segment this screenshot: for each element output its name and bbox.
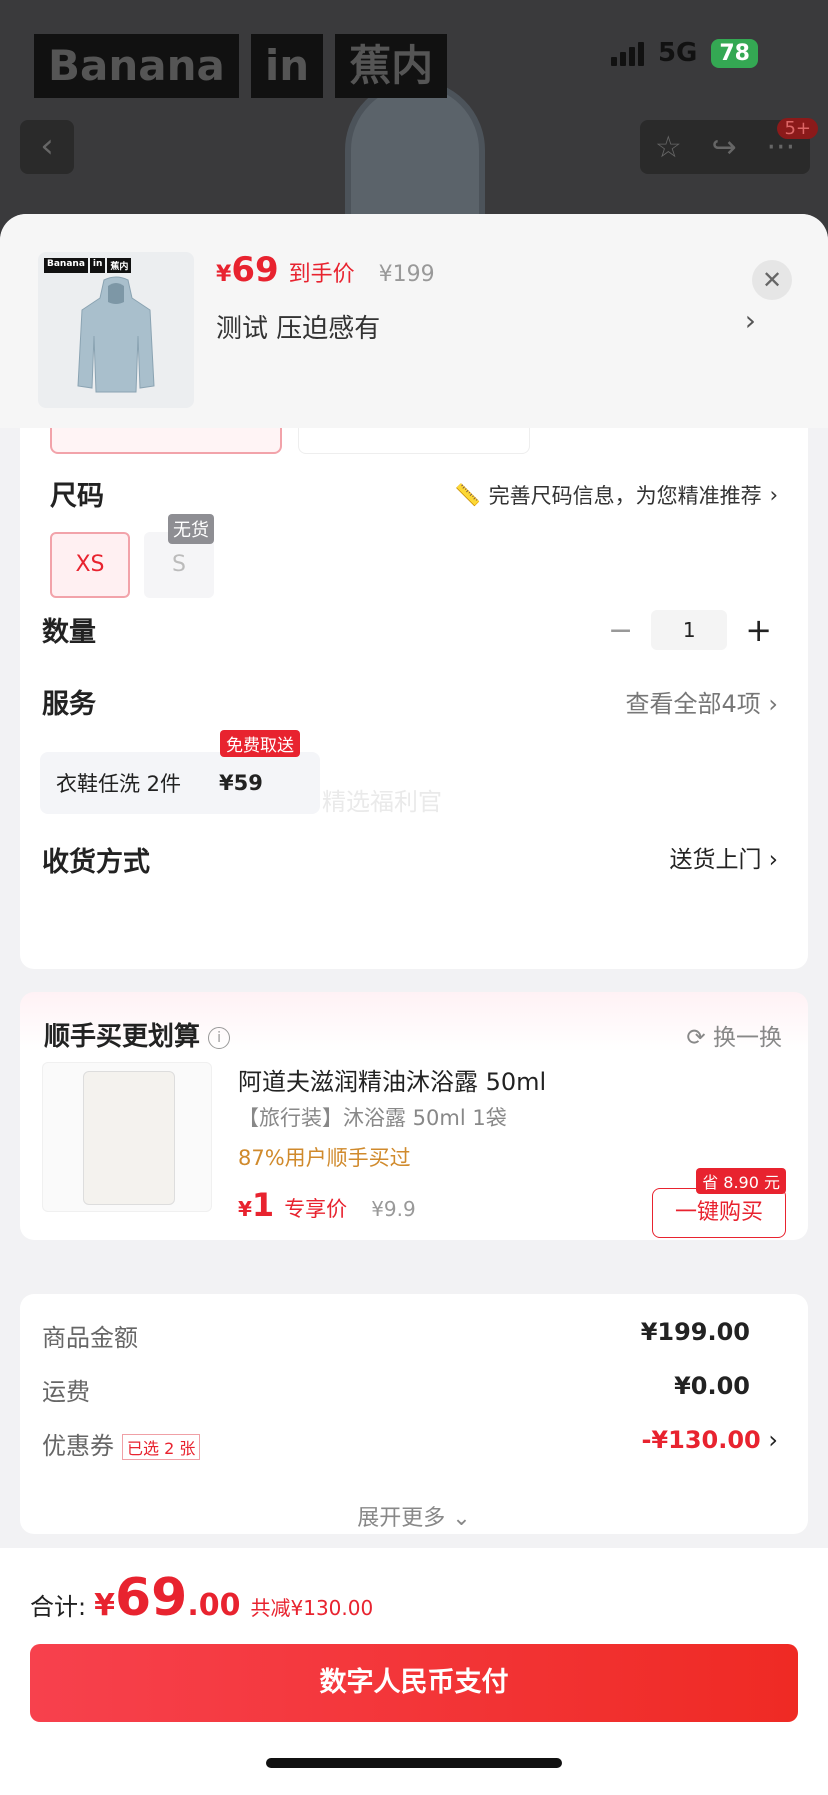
chevron-right-icon[interactable]: › bbox=[745, 304, 756, 337]
minus-button[interactable]: − bbox=[608, 613, 633, 648]
coupon-tag: 已选 2 张 bbox=[122, 1434, 201, 1460]
notification-badge: 5+ bbox=[777, 118, 818, 139]
summary-card: 商品金额 ¥199.00 运费 ¥0.00 优惠券 已选 2 张 -¥130.00… bbox=[20, 1294, 808, 1534]
options-card: 尺码 📏 完善尺码信息，为您精准推荐 › XS S 无货 数量 − 1 + 服务… bbox=[20, 384, 808, 969]
plus-button[interactable]: + bbox=[745, 611, 772, 649]
checkout-footer: 合计: ¥69.00 共减¥130.00 数字人民币支付 bbox=[0, 1548, 828, 1795]
chevron-right-icon: › bbox=[769, 483, 778, 507]
quantity-title: 数量 bbox=[42, 617, 96, 648]
final-price: ¥69 bbox=[216, 250, 279, 290]
addon-price: ¥1 bbox=[238, 1186, 275, 1224]
chevron-down-icon: ⌄ bbox=[452, 1506, 471, 1531]
watermark: 精选福利官 bbox=[322, 788, 442, 816]
back-button[interactable]: ‹ bbox=[20, 120, 74, 174]
addon-stat: 87%用户顺手买过 bbox=[238, 1146, 411, 1170]
addon-name[interactable]: 阿道夫滋润精油沐浴露 50ml bbox=[238, 1062, 546, 1097]
delivery-method[interactable]: 送货上门 › bbox=[669, 840, 778, 874]
summary-row: 商品金额 ¥199.00 bbox=[42, 1318, 750, 1352]
service-view-all[interactable]: 查看全部4项 › bbox=[625, 684, 778, 719]
quantity-input[interactable]: 1 bbox=[651, 610, 728, 650]
brand-logo: Banana in 蕉内 bbox=[34, 34, 448, 98]
signal-icon bbox=[610, 40, 644, 66]
pay-button[interactable]: 数字人民币支付 bbox=[30, 1644, 798, 1722]
addon-price-tag: 专享价 bbox=[284, 1197, 348, 1221]
out-of-stock-badge: 无货 bbox=[168, 514, 214, 544]
selected-spec[interactable]: 测试 压迫感有 bbox=[216, 308, 380, 345]
addon-price-row: ¥1 专享价 ¥9.9 bbox=[238, 1186, 416, 1224]
service-badge: 免费取送 bbox=[220, 730, 300, 757]
delivery-title: 收货方式 bbox=[42, 847, 150, 878]
save-badge: 省 8.90 元 bbox=[696, 1168, 786, 1194]
quantity-stepper: − 1 + bbox=[608, 610, 772, 650]
service-name: 衣鞋任洗 2件 bbox=[56, 772, 182, 796]
refresh-button[interactable]: ⟳ 换一换 bbox=[686, 1018, 782, 1052]
addon-card: 顺手买更划算 i ⟳ 换一换 阿道夫滋润精油沐浴露 50ml 【旅行装】沐浴露 5… bbox=[20, 992, 808, 1240]
product-header: Banana in 蕉内 ¥69 到手价 ¥199 测试 压迫感有 › ✕ bbox=[0, 214, 828, 428]
purchase-sheet: Banana in 蕉内 ¥69 到手价 ¥199 测试 压迫感有 › ✕ 尺码… bbox=[0, 214, 828, 1795]
original-price: ¥199 bbox=[378, 262, 435, 287]
size-guide-link[interactable]: 📏 完善尺码信息，为您精准推荐 › bbox=[454, 480, 778, 510]
close-icon[interactable]: ✕ bbox=[752, 260, 792, 300]
expand-more[interactable]: 展开更多 ⌄ bbox=[20, 1500, 808, 1532]
addon-original-price: ¥9.9 bbox=[371, 1197, 416, 1221]
one-click-buy-button[interactable]: 一键购买 bbox=[652, 1188, 786, 1238]
total-saved: 共减¥130.00 bbox=[250, 1596, 374, 1620]
chevron-right-icon: › bbox=[768, 847, 778, 873]
order-total: 合计: ¥69.00 共减¥130.00 bbox=[30, 1568, 374, 1628]
product-thumbnail: Banana in 蕉内 bbox=[38, 252, 194, 408]
coupon-row[interactable]: 优惠券 已选 2 张 -¥130.00 › bbox=[42, 1426, 778, 1461]
chevron-right-icon: › bbox=[768, 690, 778, 718]
status-bar: 5G 78 bbox=[610, 38, 758, 68]
thumb-brand-logo: Banana in 蕉内 bbox=[44, 258, 132, 273]
background-header: Banana in 蕉内 5G 78 ‹ ☆ ↪ ··· 5+ bbox=[0, 0, 828, 240]
service-item[interactable]: 衣鞋任洗 2件 ¥59 bbox=[40, 752, 320, 814]
service-title: 服务 bbox=[42, 689, 96, 720]
hoodie-image bbox=[77, 276, 155, 393]
chevron-right-icon: › bbox=[768, 1426, 778, 1454]
ruler-icon: 📏 bbox=[454, 482, 481, 507]
info-icon[interactable]: i bbox=[208, 1026, 231, 1049]
network-label: 5G bbox=[657, 38, 698, 68]
addon-title: 顺手买更划算 i bbox=[44, 1016, 231, 1053]
refresh-icon: ⟳ bbox=[686, 1025, 706, 1051]
share-icon[interactable]: ↪ bbox=[712, 130, 737, 165]
addon-image[interactable] bbox=[42, 1062, 212, 1212]
summary-row: 运费 ¥0.00 bbox=[42, 1372, 750, 1406]
home-indicator bbox=[266, 1758, 562, 1768]
size-title: 尺码 bbox=[50, 481, 104, 512]
addon-sub: 【旅行装】沐浴露 50ml 1袋 bbox=[238, 1106, 507, 1130]
size-option-xs[interactable]: XS bbox=[50, 532, 130, 598]
price-row: ¥69 到手价 ¥199 bbox=[216, 250, 435, 290]
star-icon[interactable]: ☆ bbox=[655, 130, 682, 165]
battery-icon: 78 bbox=[711, 38, 758, 68]
price-tag: 到手价 bbox=[288, 262, 355, 287]
service-price: ¥59 bbox=[219, 771, 263, 795]
